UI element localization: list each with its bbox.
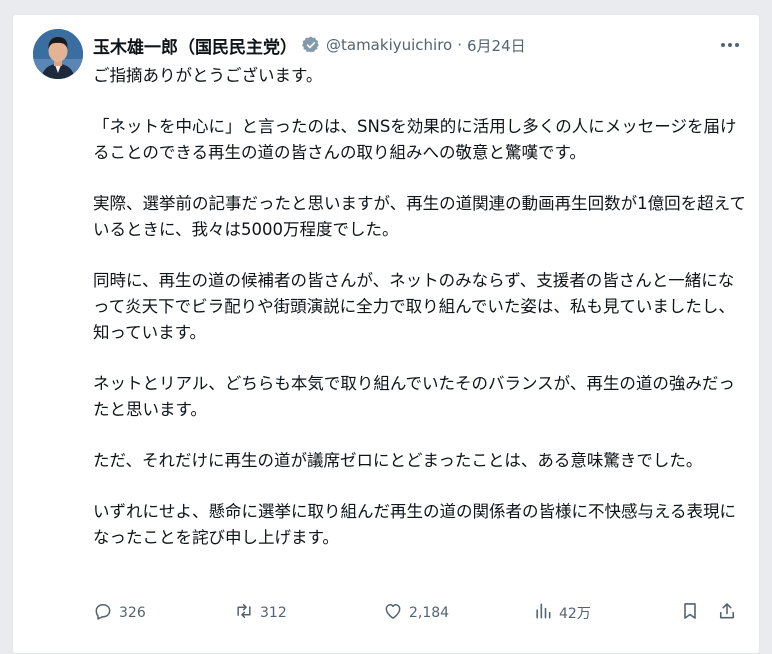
like-button[interactable]: 2,184 <box>383 599 449 627</box>
reply-icon <box>93 601 119 625</box>
more-options-icon[interactable] <box>719 35 741 55</box>
paragraph: ネットとリアル、どちらも本気で取り組んでいたそのバランスが、再生の道の強みだった… <box>93 374 735 419</box>
views-count: 42万 <box>559 606 591 622</box>
views-chart-icon <box>533 601 559 625</box>
bookmark-button[interactable] <box>680 599 706 627</box>
paragraph: 「ネットを中心に」と言ったのは、SNSを効果的に活用し多くの人にメッセージを届け… <box>93 117 737 162</box>
verified-badge-icon <box>302 36 320 54</box>
tweet-text: ご指摘ありがとうございます。 「ネットを中心に」と言ったのは、SNSを効果的に活… <box>93 63 749 551</box>
like-count: 2,184 <box>409 605 450 621</box>
paragraph: ご指摘ありがとうございます。 <box>93 66 323 85</box>
reply-button[interactable]: 326 <box>93 599 146 627</box>
separator-dot: · <box>457 36 462 54</box>
paragraph: 実際、選挙前の記事だったと思いますが、再生の道関連の動画再生回数が1億回を超えて… <box>93 194 746 239</box>
repost-icon <box>234 601 260 625</box>
repost-count: 312 <box>260 605 287 621</box>
tweet-card: 玉木雄一郎（国民民主党） @tamakiyuichiro · 6月24日 ご指摘… <box>12 14 760 654</box>
bookmark-icon <box>680 601 706 625</box>
views-button[interactable]: 42万 <box>533 599 591 627</box>
avatar[interactable] <box>33 29 83 79</box>
tweet-header: 玉木雄一郎（国民民主党） @tamakiyuichiro · 6月24日 <box>93 31 743 59</box>
repost-button[interactable]: 312 <box>234 599 287 627</box>
heart-icon <box>383 601 409 625</box>
action-bar: 326 312 2,184 42万 <box>93 599 753 627</box>
author-handle[interactable]: @tamakiyuichiro <box>326 36 452 54</box>
share-button[interactable] <box>717 599 743 627</box>
paragraph: ただ、それだけに再生の道が議席ゼロにとどまったことは、ある意味驚きでした。 <box>93 451 703 470</box>
post-date[interactable]: 6月24日 <box>467 35 526 56</box>
share-icon <box>717 601 743 625</box>
author-name[interactable]: 玉木雄一郎（国民民主党） <box>93 33 297 58</box>
paragraph: いずれにせよ、懸命に選挙に取り組んだ再生の道の関係者の皆様に不快感与える表現にな… <box>93 502 737 547</box>
paragraph: 同時に、再生の道の候補者の皆さんが、ネットのみならず、支援者の皆さんと一緒になっ… <box>93 271 735 342</box>
reply-count: 326 <box>119 605 146 621</box>
